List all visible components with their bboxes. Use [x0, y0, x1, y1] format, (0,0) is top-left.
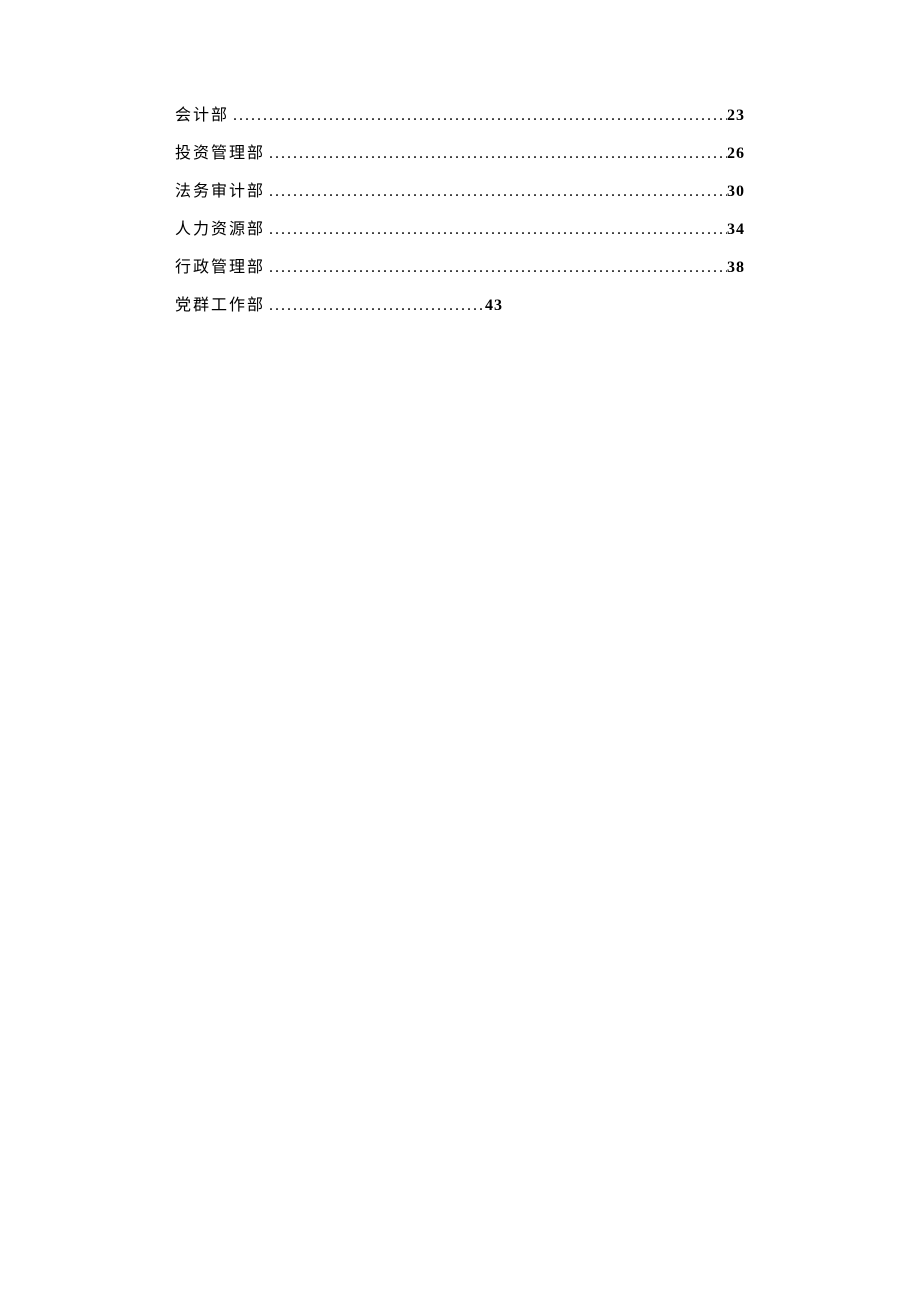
toc-entry-dots: ........................................…: [229, 108, 727, 124]
toc-container: 会计部 ....................................…: [175, 108, 745, 314]
toc-entry: 会计部 ....................................…: [175, 108, 745, 124]
toc-entry-title: 会计部: [175, 108, 229, 124]
toc-entry-page: 43: [485, 298, 503, 314]
toc-entry-dots: ........................................…: [265, 260, 727, 276]
toc-entry-dots: ........................................…: [265, 184, 727, 200]
toc-entry-page: 30: [727, 184, 745, 200]
toc-entry: 投资管理部 ..................................…: [175, 146, 745, 162]
toc-entry: 党群工作部 ..................................…: [175, 298, 745, 314]
toc-entry-page: 38: [727, 260, 745, 276]
toc-entry: 法务审计部 ..................................…: [175, 184, 745, 200]
toc-entry-title: 党群工作部: [175, 298, 265, 314]
toc-entry-title: 人力资源部: [175, 222, 265, 238]
toc-entry-title: 法务审计部: [175, 184, 265, 200]
toc-entry-title: 投资管理部: [175, 146, 265, 162]
toc-entry: 人力资源部 ..................................…: [175, 222, 745, 238]
toc-entry-dots: ........................................…: [265, 298, 485, 314]
toc-entry-dots: ........................................…: [265, 222, 727, 238]
toc-entry-page: 26: [727, 146, 745, 162]
toc-entry-page: 23: [727, 108, 745, 124]
toc-entry-page: 34: [727, 222, 745, 238]
toc-entry-title: 行政管理部: [175, 260, 265, 276]
toc-entry: 行政管理部 ..................................…: [175, 260, 745, 276]
toc-entry-dots: ........................................…: [265, 146, 727, 162]
